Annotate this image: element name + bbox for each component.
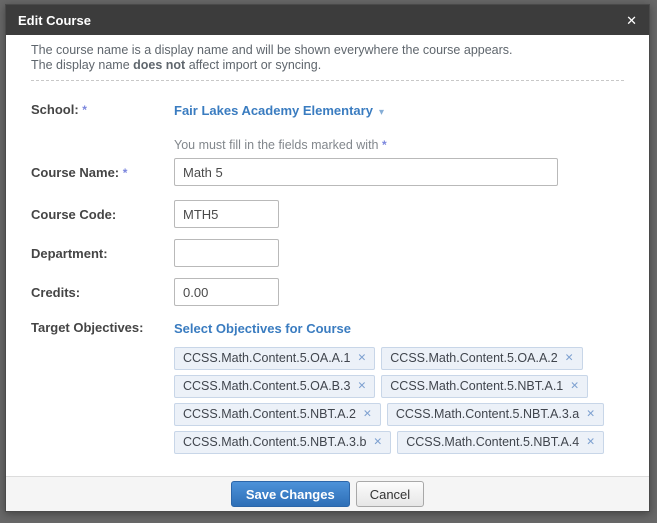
objectives-list: CCSS.Math.Content.5.OA.A.1✕CCSS.Math.Con…	[174, 347, 614, 454]
notice-line1: The course name is a display name and wi…	[31, 43, 513, 57]
objective-tag-label: CCSS.Math.Content.5.NBT.A.2	[183, 407, 356, 421]
objective-tag: CCSS.Math.Content.5.OA.A.1 ✕	[174, 347, 375, 370]
credits-input[interactable]	[174, 278, 279, 306]
course-name-input[interactable]	[174, 158, 558, 186]
objective-tag: CCSS.Math.Content.5.NBT.A.4 ✕	[397, 431, 604, 454]
department-input[interactable]	[174, 239, 279, 267]
dialog-title: Edit Course	[18, 13, 91, 28]
department-label: Department:	[31, 239, 174, 261]
course-code-input[interactable]	[174, 200, 279, 228]
required-star: *	[123, 166, 128, 180]
remove-objective-icon[interactable]: ✕	[586, 409, 595, 420]
objective-tag-label: CCSS.Math.Content.5.OA.B.3	[183, 379, 350, 393]
remove-objective-icon[interactable]: ✕	[363, 409, 372, 420]
remove-objective-icon[interactable]: ✕	[373, 437, 382, 448]
course-name-label: Course Name: *	[31, 158, 174, 180]
dashed-divider	[31, 80, 624, 81]
department-row: Department:	[31, 239, 624, 267]
save-changes-button[interactable]: Save Changes	[231, 481, 350, 507]
page-overlay: Edit Course ✕ The course name is a displ…	[0, 0, 657, 523]
course-code-label: Course Code:	[31, 200, 174, 222]
course-code-row: Course Code:	[31, 200, 624, 228]
objective-tag: CCSS.Math.Content.5.OA.A.2 ✕	[381, 347, 582, 370]
course-name-row: Course Name: *	[31, 158, 624, 186]
remove-objective-icon[interactable]: ✕	[586, 437, 595, 448]
objective-tag-label: CCSS.Math.Content.5.OA.A.2	[390, 351, 557, 365]
remove-objective-icon[interactable]: ✕	[565, 353, 574, 364]
school-row: School: * Fair Lakes Academy Elementary▾	[31, 102, 624, 120]
chevron-down-icon: ▾	[379, 107, 384, 118]
required-hint: You must fill in the fields marked with …	[174, 138, 624, 152]
dialog-body: The course name is a display name and wi…	[6, 35, 649, 476]
objective-tag-label: CCSS.Math.Content.5.NBT.A.3.a	[396, 407, 579, 421]
target-objectives-label: Target Objectives:	[31, 320, 174, 335]
school-selector-link[interactable]: Fair Lakes Academy Elementary▾	[174, 103, 384, 118]
select-objectives-link[interactable]: Select Objectives for Course	[174, 320, 351, 336]
objective-tag-label: CCSS.Math.Content.5.OA.A.1	[183, 351, 350, 365]
objective-tag: CCSS.Math.Content.5.NBT.A.3.b ✕	[174, 431, 391, 454]
dialog-header: Edit Course ✕	[6, 5, 649, 35]
remove-objective-icon[interactable]: ✕	[357, 353, 366, 364]
credits-label: Credits:	[31, 278, 174, 300]
notice-line2-bold: does not	[133, 58, 185, 72]
close-icon[interactable]: ✕	[626, 14, 637, 27]
notice-line2-suffix: affect import or syncing.	[185, 58, 321, 72]
credits-row: Credits:	[31, 278, 624, 306]
objective-tag-label: CCSS.Math.Content.5.NBT.A.1	[390, 379, 563, 393]
dialog-footer: Save Changes Cancel	[6, 476, 649, 511]
objective-tag-label: CCSS.Math.Content.5.NBT.A.3.b	[183, 435, 366, 449]
notice-text: The course name is a display name and wi…	[31, 43, 624, 73]
required-star: *	[82, 103, 87, 117]
remove-objective-icon[interactable]: ✕	[570, 381, 579, 392]
cancel-button[interactable]: Cancel	[356, 481, 424, 507]
required-hint-row: You must fill in the fields marked with …	[31, 138, 624, 152]
required-star: *	[382, 138, 387, 152]
objective-tag: CCSS.Math.Content.5.NBT.A.2 ✕	[174, 403, 381, 426]
objective-tag: CCSS.Math.Content.5.NBT.A.3.a ✕	[387, 403, 604, 426]
remove-objective-icon[interactable]: ✕	[357, 381, 366, 392]
edit-course-dialog: Edit Course ✕ The course name is a displ…	[5, 4, 650, 512]
target-objectives-row: Target Objectives: Select Objectives for…	[31, 320, 624, 454]
objective-tag-label: CCSS.Math.Content.5.NBT.A.4	[406, 435, 579, 449]
school-label: School: *	[31, 102, 174, 117]
objective-tag: CCSS.Math.Content.5.OA.B.3 ✕	[174, 375, 375, 398]
objective-tag: CCSS.Math.Content.5.NBT.A.1 ✕	[381, 375, 588, 398]
notice-line2-prefix: The display name	[31, 58, 133, 72]
